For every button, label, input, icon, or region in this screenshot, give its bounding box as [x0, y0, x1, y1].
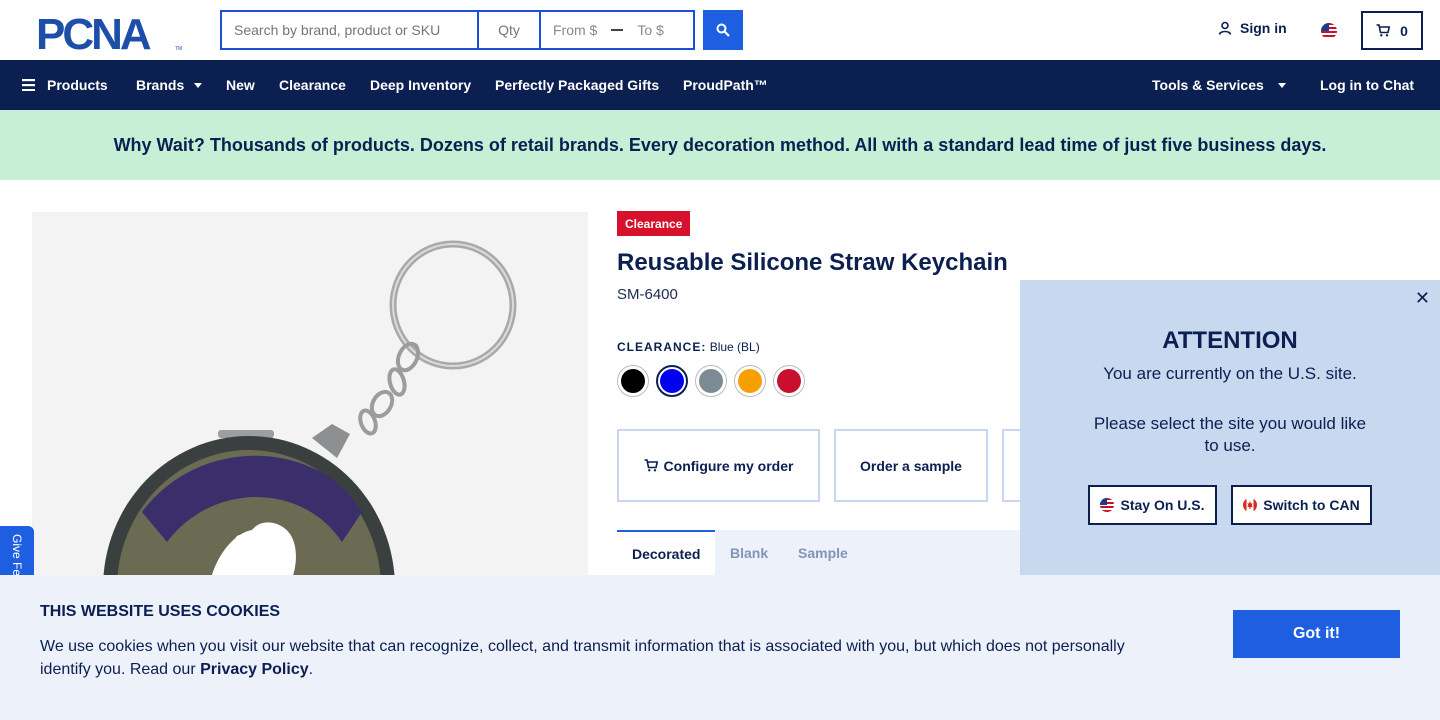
cookie-text-end: . [308, 661, 314, 678]
attention-heading: ATTENTION [1162, 327, 1298, 354]
nav-products-label: Products [47, 77, 108, 93]
nav-tools-label: Tools & Services [1152, 77, 1264, 93]
svg-text:TM: TM [175, 46, 182, 52]
us-flag-icon [1100, 498, 1115, 512]
price-from-field[interactable]: From $ [553, 22, 597, 38]
nav-brands-label: Brands [136, 77, 185, 93]
attention-current-site: You are currently on the U.S. site. [1103, 364, 1357, 383]
chevron-down-icon [1277, 82, 1286, 88]
order-sample-label: Order a sample [860, 457, 962, 474]
canada-flag-icon [1243, 498, 1258, 512]
user-icon [1218, 21, 1232, 35]
cookie-banner: THIS WEBSITE USES COOKIES We use cookies… [0, 575, 1440, 720]
hamburger-icon [22, 79, 35, 91]
tab-sample[interactable]: Sample [798, 530, 848, 575]
nav-brands[interactable]: Brands [136, 60, 203, 110]
promo-banner: Why Wait? Thousands of products. Dozens … [0, 110, 1440, 180]
swatch-gray[interactable] [695, 365, 727, 397]
price-range[interactable]: From $ To $ [540, 10, 695, 50]
nav-products[interactable]: Products [22, 60, 108, 110]
chevron-down-icon [194, 82, 203, 88]
nav-deep-inventory[interactable]: Deep Inventory [370, 60, 471, 110]
search-button[interactable] [703, 10, 743, 50]
cart-count: 0 [1400, 22, 1408, 39]
configure-order-button[interactable]: Configure my order [617, 429, 820, 502]
cart-icon [644, 459, 658, 472]
sign-in-link[interactable]: Sign in [1218, 20, 1287, 36]
selected-color-name: Blue (BL) [709, 340, 760, 354]
color-heading: CLEARANCE: [617, 340, 707, 354]
nav-perfectly-packaged-gifts[interactable]: Perfectly Packaged Gifts [495, 60, 659, 110]
sign-in-label: Sign in [1240, 20, 1287, 36]
nav-new[interactable]: New [226, 60, 255, 110]
nav-tools-services[interactable]: Tools & Services [1152, 60, 1286, 110]
nav-clearance[interactable]: Clearance [279, 60, 346, 110]
nav-gifts-label: Perfectly Packaged Gifts [495, 77, 660, 93]
cookie-text: We use cookies when you visit our websit… [40, 635, 1160, 681]
region-attention-panel: ✕ ATTENTION You are currently on the U.S… [1020, 280, 1440, 575]
feedback-label: Give Fe [10, 534, 24, 577]
stay-us-button[interactable]: Stay On U.S. [1088, 485, 1217, 525]
main-nav: Products Brands New Clearance Deep Inven… [0, 60, 1440, 110]
search-bar: From $ To $ [220, 10, 695, 50]
search-input[interactable] [220, 10, 478, 50]
cookie-accept-button[interactable]: Got it! [1233, 610, 1400, 658]
swatch-red[interactable] [773, 365, 805, 397]
price-to-field[interactable]: To $ [637, 22, 663, 38]
nav-new-label: New [226, 77, 255, 93]
clearance-badge-label: Clearance [625, 216, 683, 231]
configure-order-label: Configure my order [663, 457, 794, 474]
close-icon[interactable]: ✕ [1415, 288, 1430, 309]
clearance-badge: Clearance [617, 211, 691, 236]
switch-can-button[interactable]: Switch to CAN [1231, 485, 1372, 525]
switch-can-label: Switch to CAN [1263, 497, 1360, 513]
pcna-logo[interactable]: PCNA TM [36, 12, 184, 52]
tab-decorated-label: Decorated [632, 545, 701, 562]
swatch-blue[interactable] [656, 365, 688, 397]
nav-chat-login[interactable]: Log in to Chat [1320, 60, 1414, 110]
color-swatches [617, 365, 805, 397]
tab-blank[interactable]: Blank [730, 530, 768, 575]
nav-proudpath[interactable]: ProudPath™ [683, 60, 768, 110]
stay-us-label: Stay On U.S. [1120, 497, 1205, 513]
svg-text:PCNA: PCNA [36, 12, 151, 52]
site-header: PCNA TM From $ To $ Sign in [0, 0, 1440, 60]
order-sample-button[interactable]: Order a sample [834, 429, 988, 502]
swatch-black[interactable] [617, 365, 649, 397]
cookie-heading: THIS WEBSITE USES COOKIES [40, 603, 281, 620]
us-flag-icon[interactable] [1321, 23, 1337, 39]
search-icon [716, 23, 730, 37]
product-title: Reusable Silicone Straw Keychain [617, 249, 1008, 276]
cart-icon [1376, 24, 1391, 37]
promo-text: Why Wait? Thousands of products. Dozens … [113, 134, 1327, 155]
nav-deep-inventory-label: Deep Inventory [370, 77, 472, 93]
qty-input[interactable] [478, 10, 540, 50]
privacy-policy-link[interactable]: Privacy Policy [200, 661, 309, 678]
color-selection-label: CLEARANCE: Blue (BL) [617, 340, 760, 354]
tab-blank-label: Blank [730, 544, 769, 561]
product-sku: SM-6400 [617, 286, 678, 303]
nav-chat-label: Log in to Chat [1320, 77, 1415, 93]
tab-decorated[interactable]: Decorated [617, 530, 716, 575]
nav-clearance-label: Clearance [279, 77, 346, 93]
price-range-separator [611, 29, 624, 31]
nav-proudpath-label: ProudPath™ [683, 77, 768, 93]
attention-instructions: Please select the site you would like to… [1093, 414, 1367, 455]
swatch-orange[interactable] [734, 365, 766, 397]
tab-sample-label: Sample [798, 544, 848, 561]
cart-button[interactable]: 0 [1361, 11, 1423, 50]
